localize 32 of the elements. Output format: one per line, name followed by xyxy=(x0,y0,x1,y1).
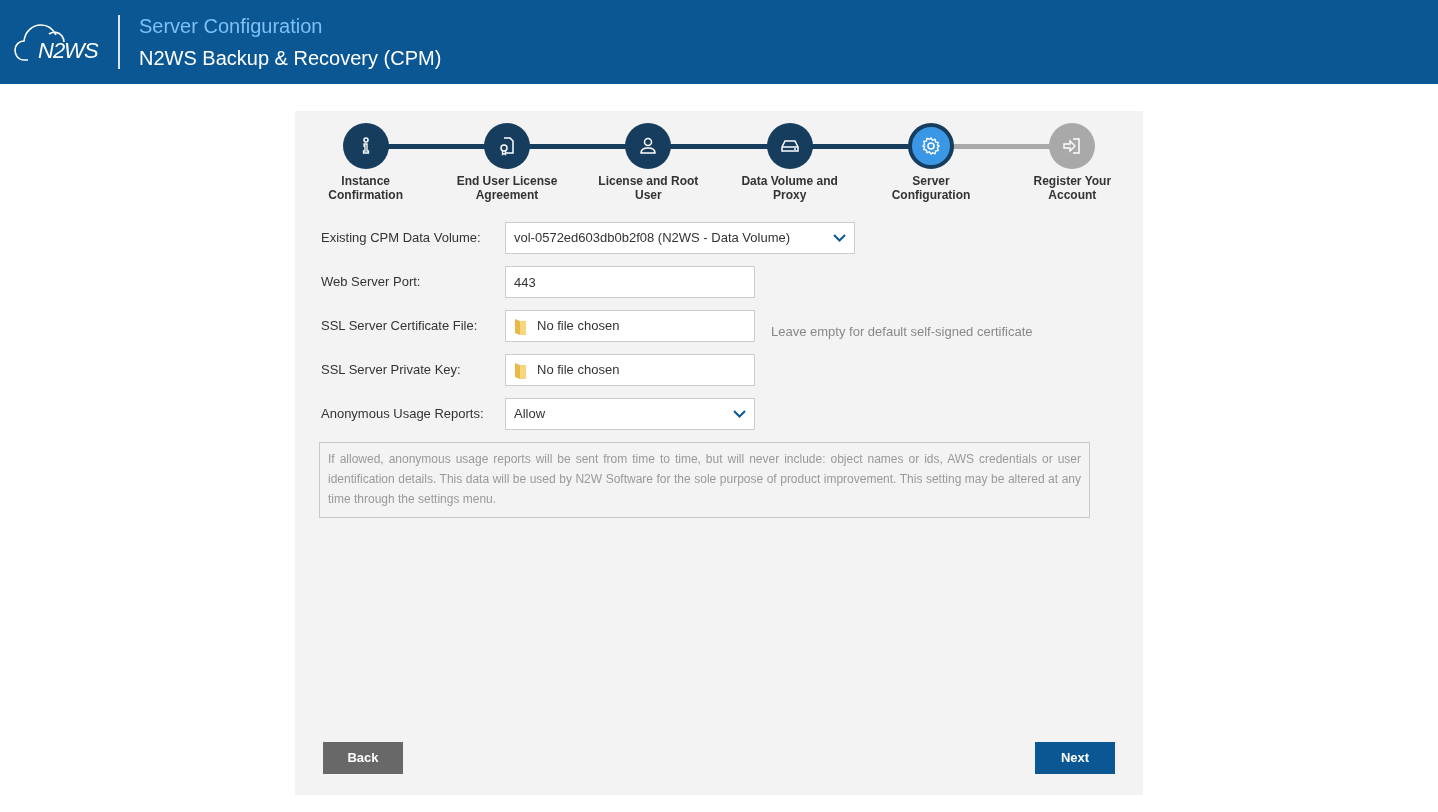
hint-text: Leave empty for default self-signed certificate xyxy=(771,323,1033,342)
step-circle[interactable] xyxy=(907,123,954,169)
folder-icon xyxy=(514,317,527,335)
step-label: License and Root User xyxy=(597,174,700,202)
dropdown[interactable]: vol-0572ed603db0b2f08 (N2WS - Data Volume) xyxy=(505,222,855,254)
field-label: SSL Server Certificate File: xyxy=(321,317,479,336)
step-label: End User License Agreement xyxy=(455,174,559,202)
step-label: Server Configuration xyxy=(890,174,972,202)
settings-icon xyxy=(920,136,941,156)
folder-icon xyxy=(514,361,527,379)
back-button[interactable]: Back xyxy=(323,742,403,774)
step-label: Data Volume and Proxy xyxy=(740,174,839,202)
file-picker[interactable]: No file chosen xyxy=(505,310,755,342)
next-button[interactable]: Next xyxy=(1035,742,1115,774)
step-label: Register Your Account xyxy=(1032,174,1113,202)
field-label: Anonymous Usage Reports: xyxy=(321,405,485,424)
notice-text: If allowed, anonymous usage reports will be sent from time to time, but will never include: object names or ids, AWS credentials or user identification details. This data will be used by N2W Software for the sole purpose of product improvement. This setting may be altered at any time through the settings menu. xyxy=(319,442,1090,518)
sign-in-icon xyxy=(1062,136,1083,156)
certificate-icon xyxy=(497,136,517,156)
product-name: N2WS Backup & Recovery (CPM) xyxy=(139,46,442,70)
chevron-down-icon xyxy=(833,234,846,242)
user-icon xyxy=(638,136,659,156)
field-label: SSL Server Private Key: xyxy=(321,361,462,380)
input-field[interactable]: 443 xyxy=(505,266,755,298)
step-label: Instance Confirmation xyxy=(327,174,404,202)
dropdown[interactable]: Allow xyxy=(505,398,755,430)
page-title: Server Configuration xyxy=(139,14,324,38)
field-label: Web Server Port: xyxy=(321,273,422,292)
chevron-down-icon xyxy=(733,410,746,418)
field-label: Existing CPM Data Volume: xyxy=(321,229,482,248)
file-picker[interactable]: No file chosen xyxy=(505,354,755,386)
logo-text: N2WS xyxy=(38,40,98,62)
